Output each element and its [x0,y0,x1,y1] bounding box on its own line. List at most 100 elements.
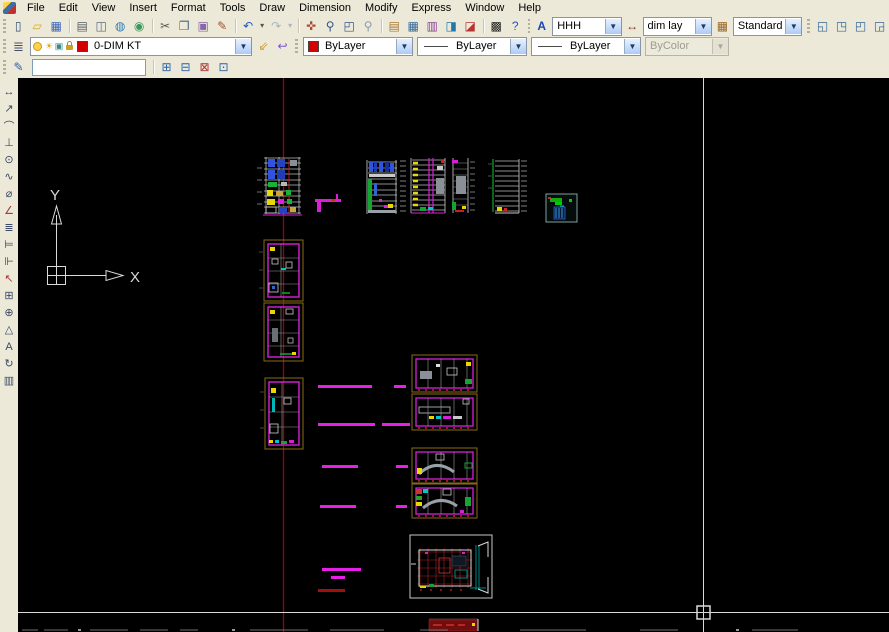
help-button[interactable]: ? [506,17,525,35]
plot-button[interactable]: ▤ [73,17,92,35]
layer-freeze-sun-icon[interactable]: ☀ [44,40,54,52]
floor-plan-right-4[interactable] [412,484,477,518]
layer-lock-icon[interactable] [66,45,73,50]
table-style-icon[interactable]: ▦ [714,17,731,35]
zoom-previous-button[interactable]: ⚲ [359,17,378,35]
menu-dimension[interactable]: Dimension [292,1,358,15]
undo-button[interactable]: ↶ [239,17,258,35]
toolbar-grip[interactable] [3,19,6,33]
text-style-icon[interactable]: A [533,17,550,35]
dim-radius-button[interactable]: ⊙ [1,151,18,168]
send-to-back-button[interactable]: ◳ [832,17,851,35]
cut-button[interactable]: ✂ [156,17,175,35]
dim-update-button[interactable]: ↻ [1,355,18,372]
properties-button[interactable]: ▤ [385,17,404,35]
floor-plan-right-3[interactable] [412,448,477,483]
menu-file[interactable]: File [20,1,52,15]
dim-arc-length-button[interactable]: ⌒ [1,117,18,134]
menu-modify[interactable]: Modify [358,1,404,15]
designcenter-button[interactable]: ▦ [404,17,423,35]
dim-linear-button[interactable]: ↔ [1,83,18,100]
chevron-down-icon[interactable]: ▼ [605,19,621,34]
toolbar-grip[interactable] [3,60,6,74]
elevation-4[interactable] [452,158,475,213]
bring-above-button[interactable]: ◰ [851,17,870,35]
menu-help[interactable]: Help [511,1,548,15]
dim-aligned-button[interactable]: ↗ [1,100,18,117]
menu-express[interactable]: Express [404,1,458,15]
toolbar-grip[interactable] [807,19,810,33]
dim-jogged-button[interactable]: ∿ [1,168,18,185]
dim-angular-button[interactable]: ∠ [1,202,18,219]
tool-palettes-button[interactable]: ▥ [423,17,442,35]
toolbar-grip[interactable] [295,39,298,53]
floor-plan-right-2[interactable] [412,394,477,430]
dim-edit-button[interactable]: △ [1,321,18,338]
chevron-down-icon[interactable]: ▼ [624,39,640,54]
dim-style-button[interactable]: ▥ [1,372,18,389]
elevation-3[interactable] [411,158,445,213]
floor-plan-bottom[interactable] [410,535,492,598]
make-object-layer-current-icon[interactable]: ⇙ [254,37,273,55]
dim-text-edit-button[interactable]: A [1,338,18,355]
redo-button[interactable]: ↷ [267,17,286,35]
dim-continue-button[interactable]: ⊩ [1,253,18,270]
quick-leader-button[interactable]: ↖ [1,270,18,287]
layer-viewport-freeze-icon[interactable]: ▣ [54,40,64,52]
plot-preview-button[interactable]: ◫ [92,17,111,35]
bring-to-front-button[interactable]: ◱ [813,17,832,35]
menu-draw[interactable]: Draw [252,1,292,15]
zoom-realtime-button[interactable]: ⚲ [321,17,340,35]
text-style-combo[interactable]: HHH ▼ [552,17,621,36]
elevation-1[interactable] [257,157,302,215]
pan-realtime-button[interactable]: ✜ [302,17,321,35]
dim-baseline-button[interactable]: ⊨ [1,236,18,253]
redo-dropdown[interactable]: ▾ [286,17,295,35]
linetype-control-combo[interactable]: ByLayer ▼ [417,37,527,56]
sheetset-manager-button[interactable]: ◨ [442,17,461,35]
chevron-down-icon[interactable]: ▼ [510,39,526,54]
floor-plan-left-1[interactable] [259,240,303,301]
dim-quick-button[interactable]: ≣ [1,219,18,236]
elevation-5[interactable] [488,159,527,213]
edit-reference-icon[interactable]: ✎ [9,58,28,76]
layer-on-bulb-icon[interactable] [33,42,42,51]
site-thumbnail[interactable] [546,194,577,222]
save-button[interactable]: ▦ [47,17,66,35]
layer-combo[interactable]: ☀ ▣ 0-DIM KT ▼ [30,37,252,56]
save-reference-button[interactable]: ⊡ [214,58,233,76]
center-mark-button[interactable]: ⊕ [1,304,18,321]
menu-window[interactable]: Window [458,1,511,15]
elevation-2[interactable] [367,160,406,214]
markup-manager-button[interactable]: ◪ [461,17,480,35]
paste-button[interactable]: ▣ [194,17,213,35]
menu-edit[interactable]: Edit [52,1,85,15]
qnew-button[interactable]: ▯ [9,17,28,35]
reference-name-input[interactable] [32,59,146,76]
menu-format[interactable]: Format [164,1,213,15]
chevron-down-icon[interactable]: ▼ [396,39,412,54]
add-objects-button[interactable]: ⊞ [157,58,176,76]
quickcalc-button[interactable]: ▩ [487,17,506,35]
tolerance-button[interactable]: ⊞ [1,287,18,304]
lineweight-control-combo[interactable]: ByLayer ▼ [531,37,641,56]
send-under-button[interactable]: ◲ [870,17,889,35]
clipped-drawing-fragment[interactable] [429,619,478,631]
menu-tools[interactable]: Tools [213,1,253,15]
floor-plan-left-3[interactable] [260,378,303,449]
toolbar-grip[interactable] [528,19,531,33]
remove-objects-button[interactable]: ⊟ [176,58,195,76]
copy-button[interactable]: ❐ [175,17,194,35]
table-style-combo[interactable]: Standard ▼ [733,17,802,36]
open-button[interactable]: ▱ [28,17,47,35]
dim-ordinate-button[interactable]: ⊥ [1,134,18,151]
color-control-combo[interactable]: ByLayer ▼ [303,37,413,56]
detail-callout[interactable] [315,194,341,212]
menu-insert[interactable]: Insert [122,1,164,15]
publish-button[interactable]: ◍ [111,17,130,35]
drawing-canvas[interactable]: Y X [18,78,889,632]
zoom-window-button[interactable]: ◰ [340,17,359,35]
chevron-down-icon[interactable]: ▼ [695,19,711,34]
discard-changes-button[interactable]: ⊠ [195,58,214,76]
dim-diameter-button[interactable]: ⌀ [1,185,18,202]
